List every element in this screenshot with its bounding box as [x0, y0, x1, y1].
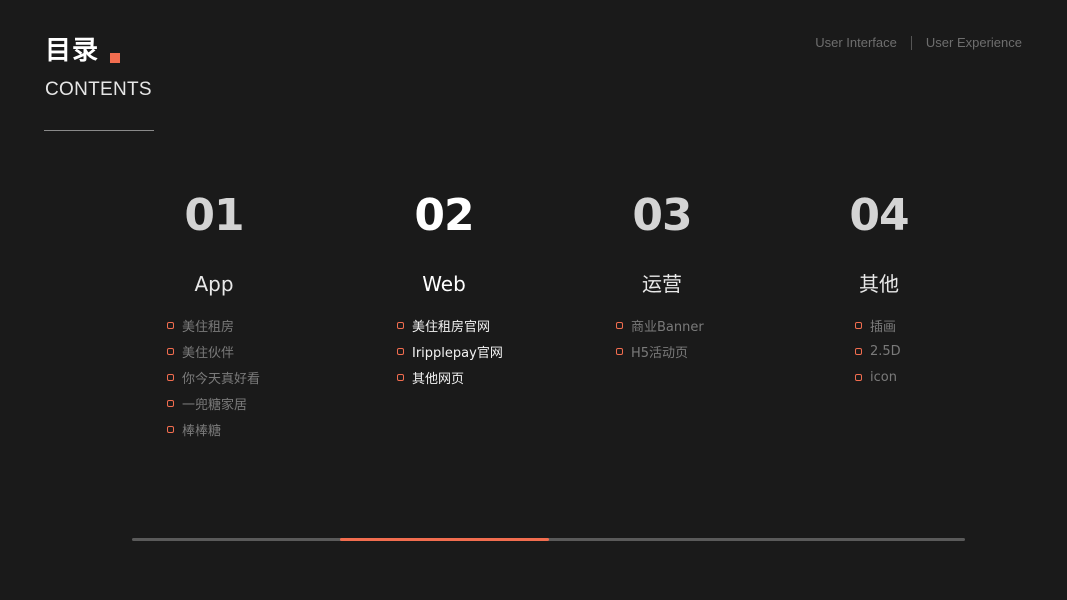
bullet-icon: [616, 321, 623, 329]
progress-track: [132, 538, 965, 541]
bullet-icon: [167, 399, 174, 407]
page-title: 目录: [45, 36, 100, 66]
bullet-icon: [167, 373, 174, 381]
section-web[interactable]: 02 Web 美住租房官网 Iripplepay官网 其他网页: [334, 190, 554, 390]
section-items: 美住租房官网 Iripplepay官网 其他网页: [334, 312, 554, 390]
list-item: 一兜糖家居: [167, 390, 324, 416]
list-item: 商业Banner: [616, 312, 772, 338]
list-item: H5活动页: [616, 338, 772, 364]
section-title: 运营: [642, 272, 682, 296]
user-interface-label: User Interface: [815, 35, 897, 50]
section-others[interactable]: 04 其他 插画 2.5D icon: [769, 190, 989, 390]
title-divider: [44, 130, 154, 131]
bullet-icon: [167, 347, 174, 355]
section-operations[interactable]: 03 运营 商业Banner H5活动页: [552, 190, 772, 364]
list-item: 美住租房官网: [397, 312, 554, 338]
section-title: Web: [422, 272, 466, 296]
list-item: 棒棒糖: [167, 416, 324, 442]
bullet-icon: [397, 321, 404, 329]
section-items: 插画 2.5D icon: [769, 312, 989, 390]
bullet-icon: [616, 347, 623, 355]
list-item: 插画: [855, 312, 989, 338]
accent-square-icon: [110, 53, 120, 63]
list-item: 你今天真好看: [167, 364, 324, 390]
section-title: 其他: [859, 272, 899, 296]
bullet-icon: [167, 425, 174, 433]
section-app[interactable]: 01 App 美住租房 美住伙伴 你今天真好看 一兜糖家居 棒棒糖: [104, 190, 324, 442]
user-experience-label: User Experience: [925, 35, 1022, 50]
list-item: icon: [855, 364, 989, 390]
section-number: 01: [184, 190, 244, 241]
bullet-icon: [855, 321, 862, 329]
list-item: 2.5D: [855, 338, 989, 364]
section-number: 04: [849, 190, 909, 241]
label-separator: [910, 36, 912, 50]
section-items: 商业Banner H5活动页: [552, 312, 772, 364]
list-item: 美住伙伴: [167, 338, 324, 364]
section-items: 美住租房 美住伙伴 你今天真好看 一兜糖家居 棒棒糖: [104, 312, 324, 442]
list-item: 其他网页: [397, 364, 554, 390]
progress-fill: [340, 538, 549, 541]
bullet-icon: [855, 373, 862, 381]
list-item: 美住租房: [167, 312, 324, 338]
bullet-icon: [167, 321, 174, 329]
top-right-labels: User Interface User Experience: [815, 35, 1022, 51]
section-number: 03: [632, 190, 692, 241]
section-number: 02: [414, 190, 474, 241]
list-item: Iripplepay官网: [397, 338, 554, 364]
page-subtitle: CONTENTS: [45, 79, 152, 100]
bullet-icon: [397, 347, 404, 355]
bullet-icon: [397, 373, 404, 381]
bullet-icon: [855, 347, 862, 355]
section-title: App: [194, 272, 234, 296]
